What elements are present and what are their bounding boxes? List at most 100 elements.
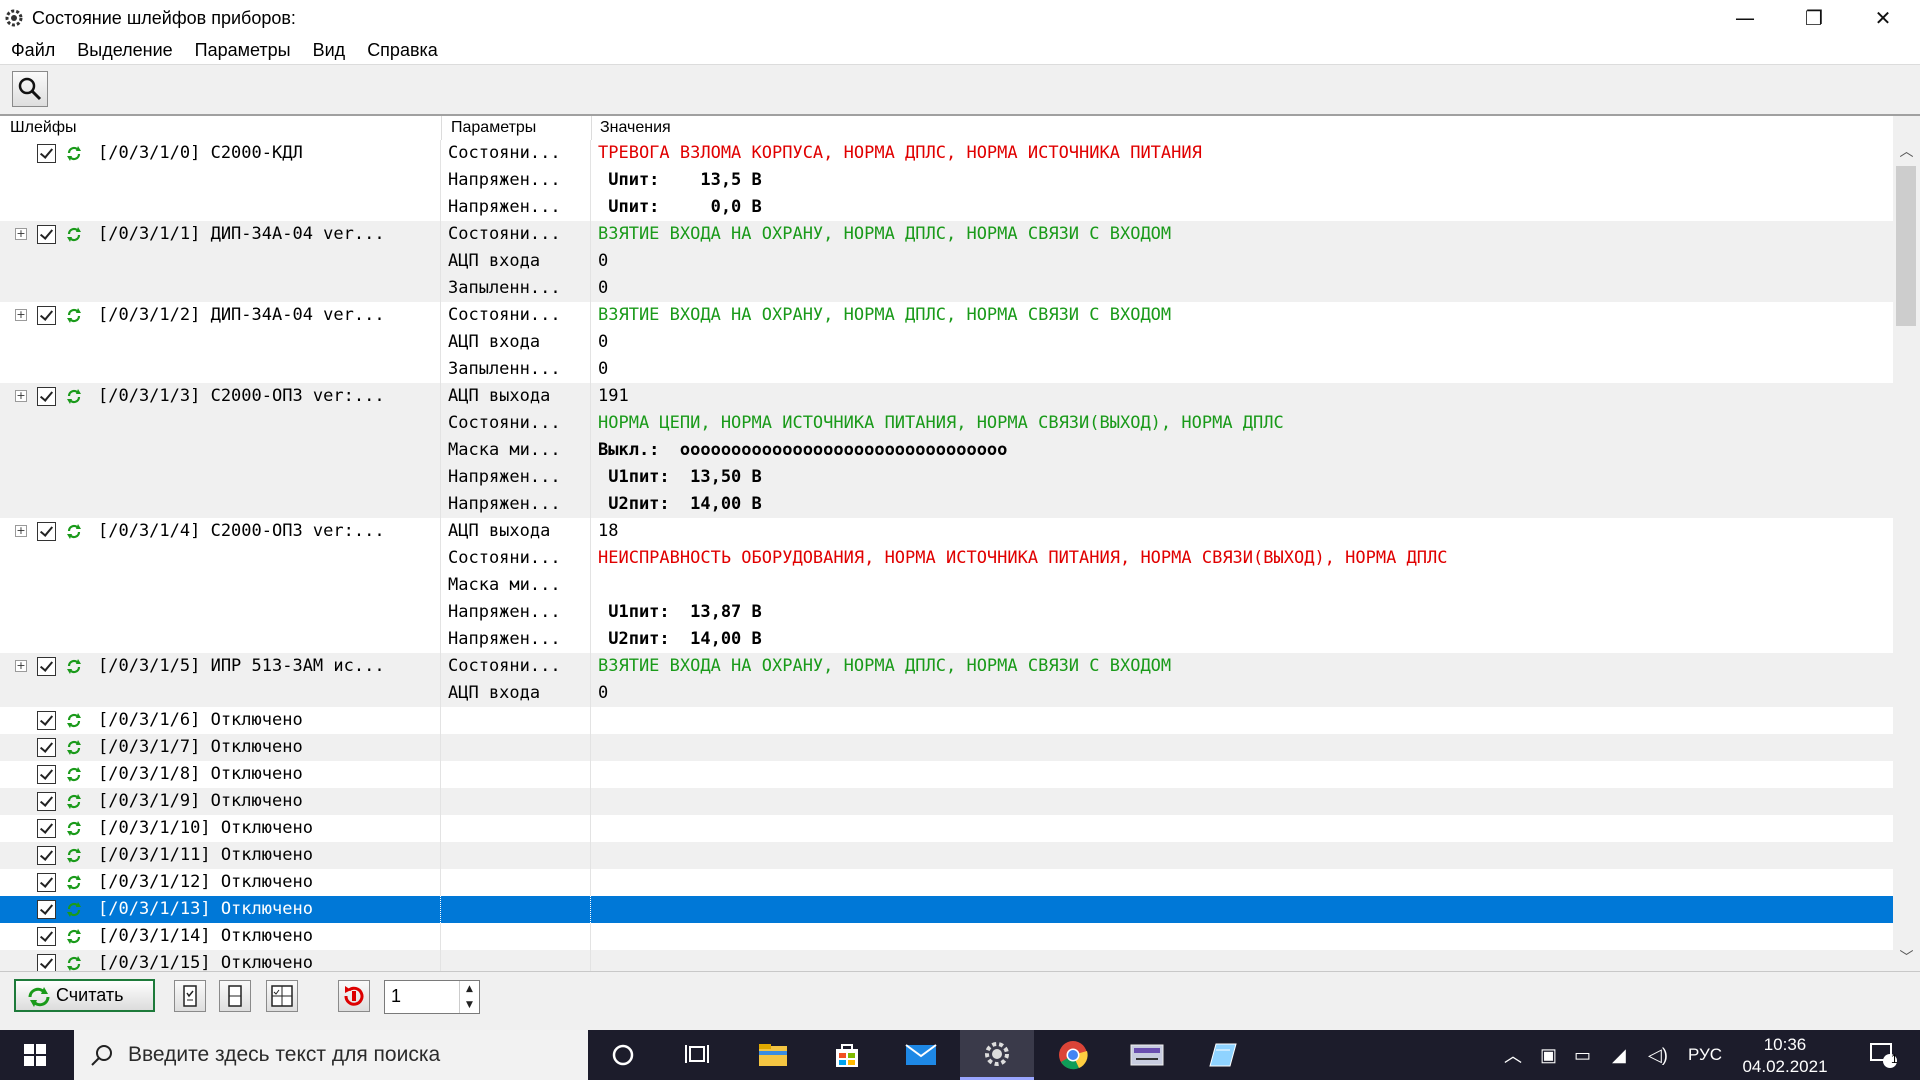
loop-cell[interactable] (0, 491, 441, 518)
start-button[interactable] (0, 1030, 70, 1080)
loop-cell[interactable]: + [/0/3/1/4] С2000-ОПЗ ver:... (0, 518, 441, 545)
loop-cell[interactable] (0, 275, 441, 302)
menu-view[interactable]: Вид (302, 40, 357, 61)
loop-cell[interactable]: + [/0/3/1/5] ИПР 513-3АМ ис... (0, 653, 441, 680)
volume-icon[interactable]: ◁) (1648, 1045, 1668, 1066)
cortana-button[interactable] (586, 1030, 660, 1080)
loop-cell[interactable] (0, 626, 441, 653)
menu-help[interactable]: Справка (356, 40, 449, 61)
spin-up-icon[interactable]: ▲ (460, 981, 479, 997)
loop-cell[interactable] (0, 680, 441, 707)
loop-cell[interactable]: + [/0/3/1/2] ДИП-34А-04 ver... (0, 302, 441, 329)
table-row[interactable]: + [/0/3/1/1] ДИП-34А-04 ver... Состояни...… (0, 221, 1893, 248)
table-row[interactable]: [/0/3/1/8] Отключено (0, 761, 1893, 788)
table-row[interactable]: Напряжен... Uпит: 13,5 В (0, 167, 1893, 194)
loop-cell[interactable]: [/0/3/1/9] Отключено (0, 788, 441, 815)
scroll-up-icon[interactable]: ︿ (1893, 140, 1920, 164)
loop-checkbox[interactable] (37, 792, 56, 811)
menu-selection[interactable]: Выделение (66, 40, 183, 61)
loop-cell[interactable]: [/0/3/1/11] Отключено (0, 842, 441, 869)
table-row[interactable]: Маска ми... (0, 572, 1893, 599)
loop-cell[interactable] (0, 194, 441, 221)
expand-icon[interactable]: + (15, 309, 27, 321)
loop-cell[interactable]: [/0/3/1/7] Отключено (0, 734, 441, 761)
loop-cell[interactable] (0, 599, 441, 626)
loop-checkbox[interactable] (37, 144, 56, 163)
expand-icon[interactable]: + (15, 660, 27, 672)
loop-checkbox[interactable] (37, 711, 56, 730)
table-row[interactable]: Маска ми... Выкл.: oooooooooooooooooooooo… (0, 437, 1893, 464)
search-button[interactable] (12, 71, 48, 107)
loop-cell[interactable] (0, 437, 441, 464)
loop-checkbox[interactable] (37, 387, 56, 406)
select-grid-button[interactable] (266, 980, 298, 1012)
loop-checkbox[interactable] (37, 738, 56, 757)
network-icon[interactable]: ◢ (1612, 1045, 1626, 1066)
scroll-thumb[interactable] (1896, 166, 1916, 326)
table-row[interactable]: АЦП входа 0 (0, 680, 1893, 707)
loop-cell[interactable] (0, 167, 441, 194)
loop-cell[interactable] (0, 329, 441, 356)
table-row[interactable]: + [/0/3/1/2] ДИП-34А-04 ver... Состояни...… (0, 302, 1893, 329)
select-checked-button[interactable] (174, 980, 206, 1012)
table-row[interactable]: Напряжен... U1пит: 13,87 В (0, 599, 1893, 626)
device-app-button[interactable] (1110, 1030, 1184, 1080)
loop-checkbox[interactable] (37, 954, 56, 971)
table-row[interactable]: [/0/3/1/14] Отключено (0, 923, 1893, 950)
loop-cell[interactable] (0, 545, 441, 572)
vertical-scrollbar[interactable]: ︿ ﹀ (1893, 116, 1920, 971)
table-row[interactable]: Напряжен... U1пит: 13,50 В (0, 464, 1893, 491)
loop-cell[interactable] (0, 356, 441, 383)
mail-button[interactable] (884, 1030, 958, 1080)
loop-checkbox[interactable] (37, 225, 56, 244)
table-row[interactable]: Напряжен... U2пит: 14,00 В (0, 626, 1893, 653)
taskbar-search[interactable]: Введите здесь текст для поиска (74, 1030, 588, 1080)
loop-checkbox[interactable] (37, 927, 56, 946)
table-row[interactable]: + [/0/3/1/4] С2000-ОПЗ ver:... АЦП выхода 1… (0, 518, 1893, 545)
battery-icon[interactable]: ▭ (1574, 1045, 1591, 1066)
loop-checkbox[interactable] (37, 306, 56, 325)
loop-cell[interactable] (0, 572, 441, 599)
table-row[interactable]: [/0/3/1/9] Отключено (0, 788, 1893, 815)
table-row[interactable]: Состояни... НЕИСПРАВНОСТЬ ОБОРУДОВАНИЯ, Н… (0, 545, 1893, 572)
loop-cell[interactable]: [/0/3/1/0] С2000-КДЛ (0, 140, 441, 167)
table-row[interactable]: Запыленн... 0 (0, 275, 1893, 302)
notifications-button[interactable]: 1 (1846, 1030, 1920, 1080)
tray-chevron-icon[interactable]: ︿ (1504, 1042, 1522, 1068)
table-row[interactable]: [/0/3/1/0] С2000-КДЛ Состояни... ТРЕВОГА В… (0, 140, 1893, 167)
table-row[interactable]: [/0/3/1/13] Отключено (0, 896, 1893, 923)
restore-button[interactable]: ❐ (1779, 0, 1849, 36)
minimize-button[interactable]: — (1710, 0, 1780, 36)
close-button[interactable]: ✕ (1848, 0, 1918, 36)
loop-checkbox[interactable] (37, 522, 56, 541)
clock[interactable]: 10:36 04.02.2021 (1730, 1034, 1840, 1078)
loop-cell[interactable]: [/0/3/1/8] Отключено (0, 761, 441, 788)
select-column-button[interactable] (219, 980, 251, 1012)
table-row[interactable]: [/0/3/1/10] Отключено (0, 815, 1893, 842)
loop-cell[interactable]: [/0/3/1/14] Отключено (0, 923, 441, 950)
table-row[interactable]: Напряжен... U2пит: 14,00 В (0, 491, 1893, 518)
table-row[interactable]: Напряжен... Uпит: 0,0 В (0, 194, 1893, 221)
table-row[interactable]: АЦП входа 0 (0, 329, 1893, 356)
table-row[interactable]: Состояни... НОРМА ЦЕПИ, НОРМА ИСТОЧНИКА П… (0, 410, 1893, 437)
interval-value[interactable]: 1 (391, 986, 401, 1007)
header-parameters[interactable]: Параметры (451, 119, 536, 137)
expand-icon[interactable]: + (15, 228, 27, 240)
loop-cell[interactable]: [/0/3/1/13] Отключено (0, 896, 441, 923)
menu-parameters[interactable]: Параметры (184, 40, 302, 61)
chrome-button[interactable] (1036, 1030, 1110, 1080)
loop-cell[interactable]: + [/0/3/1/1] ДИП-34А-04 ver... (0, 221, 441, 248)
menu-file[interactable]: Файл (0, 40, 66, 61)
table-row[interactable]: [/0/3/1/12] Отключено (0, 869, 1893, 896)
scroll-down-icon[interactable]: ﹀ (1893, 946, 1920, 970)
file-explorer-button[interactable] (736, 1030, 810, 1080)
expand-icon[interactable]: + (15, 525, 27, 537)
loop-cell[interactable]: [/0/3/1/15] Отключено (0, 950, 441, 971)
loop-cell[interactable]: [/0/3/1/6] Отключено (0, 707, 441, 734)
loop-checkbox[interactable] (37, 765, 56, 784)
loop-cell[interactable] (0, 248, 441, 275)
auto-refresh-button[interactable] (338, 980, 370, 1012)
loop-checkbox[interactable] (37, 657, 56, 676)
loop-cell[interactable] (0, 410, 441, 437)
loop-cell[interactable] (0, 464, 441, 491)
